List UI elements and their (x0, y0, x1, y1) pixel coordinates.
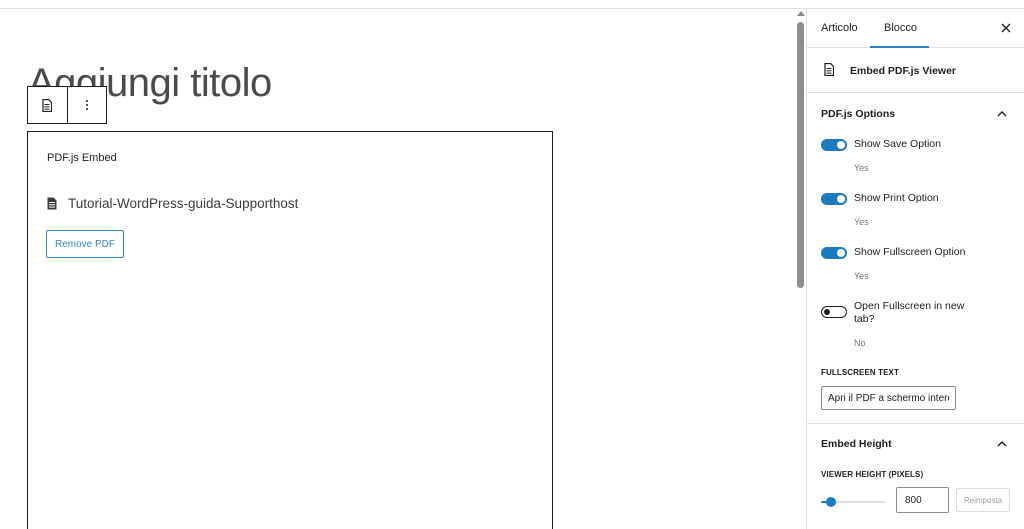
reset-button[interactable]: Reimposta (956, 488, 1010, 512)
settings-sidebar: Articolo Blocco Embed PDF.js Viewer PDF.… (806, 9, 1024, 529)
show-print-toggle[interactable] (821, 193, 847, 205)
panel-divider (807, 423, 1024, 424)
remove-pdf-button[interactable]: Remove PDF (46, 230, 124, 258)
more-options-button[interactable] (66, 87, 107, 123)
file-name: Tutorial-WordPress-guida-Supporthost (68, 196, 299, 211)
panel-pdfjs-options-toggle[interactable]: PDF.js Options (807, 100, 1024, 130)
toggle-label: Show Fullscreen Option (854, 246, 966, 258)
toggle-help: Yes (854, 163, 869, 173)
panel-title: Embed Height (821, 438, 892, 450)
editor-canvas: Aggiungi titolo PDF.js Embed Tutorial-Wo… (0, 9, 796, 529)
scroll-up-arrow-icon[interactable] (797, 11, 805, 16)
viewer-height-slider[interactable] (821, 497, 885, 507)
tab-articolo[interactable]: Articolo (821, 9, 858, 47)
toggle-help: No (854, 338, 866, 348)
viewer-height-label: VIEWER HEIGHT (PIXELS) (821, 470, 924, 479)
fullscreen-text-input[interactable] (821, 386, 956, 410)
chevron-up-icon (997, 441, 1007, 447)
document-icon (42, 98, 53, 112)
show-save-toggle[interactable] (821, 139, 847, 151)
close-icon[interactable] (997, 19, 1015, 37)
block-card-title: Embed PDF.js Viewer (850, 65, 957, 77)
scrollbar-thumb[interactable] (797, 22, 804, 288)
block-type-button[interactable] (28, 87, 67, 123)
pdf-embed-block[interactable]: PDF.js Embed Tutorial-WordPress-guida-Su… (27, 131, 553, 529)
toggle-help: Yes (854, 217, 869, 227)
toggle-row-new-tab: Open Fullscreen in new tab? (821, 300, 974, 326)
toggle-help: Yes (854, 271, 869, 281)
viewer-height-input[interactable] (896, 487, 949, 513)
embedded-file: Tutorial-WordPress-guida-Supporthost (47, 196, 298, 211)
toggle-row-save: Show Save Option (821, 138, 974, 151)
tab-blocco[interactable]: Blocco (869, 9, 930, 48)
panel-title: PDF.js Options (821, 108, 896, 120)
block-toolbar (27, 86, 107, 124)
document-icon (47, 197, 57, 210)
sidebar-tabs: Articolo Blocco (807, 9, 1024, 48)
toggle-label: Show Print Option (854, 192, 939, 204)
open-fullscreen-new-tab-toggle[interactable] (821, 306, 847, 318)
toggle-label: Open Fullscreen in new tab? (854, 300, 965, 325)
toggle-row-fullscreen: Show Fullscreen Option (821, 246, 974, 259)
block-label: PDF.js Embed (47, 152, 117, 164)
fullscreen-text-label: FULLSCREEN TEXT (821, 368, 899, 377)
panel-embed-height-toggle[interactable]: Embed Height (807, 430, 1024, 460)
more-vertical-icon (85, 100, 88, 110)
chevron-up-icon (997, 111, 1007, 117)
slider-thumb[interactable] (825, 497, 836, 507)
show-fullscreen-toggle[interactable] (821, 247, 847, 259)
toggle-row-print: Show Print Option (821, 192, 974, 205)
toggle-label: Show Save Option (854, 138, 941, 150)
document-icon (824, 63, 834, 76)
block-card: Embed PDF.js Viewer (807, 48, 1024, 93)
